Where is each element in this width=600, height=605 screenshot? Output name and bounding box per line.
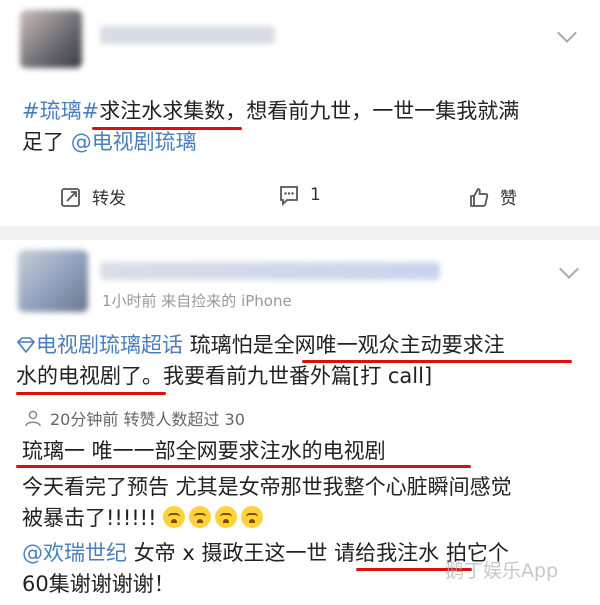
comment-meta: 20分钟前 转赞人数超过 30	[24, 406, 245, 430]
watermark: 鹅丁娱乐App	[445, 560, 559, 582]
crying-emoji-icon	[189, 506, 212, 528]
username-blurred[interactable]	[100, 26, 275, 44]
avatar[interactable]	[18, 250, 88, 312]
mention-link[interactable]: @电视剧琉璃	[71, 130, 197, 154]
super-topic-link[interactable]: 电视剧琉璃超话	[16, 333, 183, 357]
post-meta: 1小时前 来自捡来的 iPhone	[102, 292, 292, 310]
crying-emoji-icon	[241, 506, 264, 528]
crying-emoji-icon	[215, 506, 238, 528]
chevron-down-icon[interactable]	[557, 23, 577, 43]
comment-icon	[280, 186, 298, 206]
repost-button[interactable]: 转发	[60, 184, 126, 209]
red-underline	[92, 127, 242, 130]
red-underline	[16, 465, 471, 468]
divider	[0, 226, 600, 240]
like-button[interactable]: 赞	[468, 184, 517, 209]
comment-button[interactable]: 1	[278, 184, 321, 206]
comment-text: 今天看完了预告 尤其是女帝那世我整个心脏瞬间感觉 被暴击了!!!!!!	[22, 475, 512, 530]
red-underline	[16, 392, 166, 395]
repost-icon	[61, 187, 80, 207]
red-underline	[302, 360, 572, 363]
diamond-icon	[16, 337, 36, 354]
avatar[interactable]	[20, 10, 82, 68]
thumbs-up-icon	[470, 187, 489, 207]
chevron-down-icon[interactable]	[559, 259, 579, 279]
mention-link[interactable]: @欢瑞世纪	[22, 541, 127, 565]
comment-text: 琉璃一 唯一一部全网要求注水的电视剧	[22, 439, 386, 463]
highlighted-text: 求注水求集数	[99, 99, 226, 123]
user-icon	[25, 410, 41, 427]
crying-emoji-icon	[163, 506, 186, 528]
hashtag-link[interactable]: #琉璃#	[22, 99, 99, 123]
username-blurred[interactable]	[100, 262, 440, 280]
